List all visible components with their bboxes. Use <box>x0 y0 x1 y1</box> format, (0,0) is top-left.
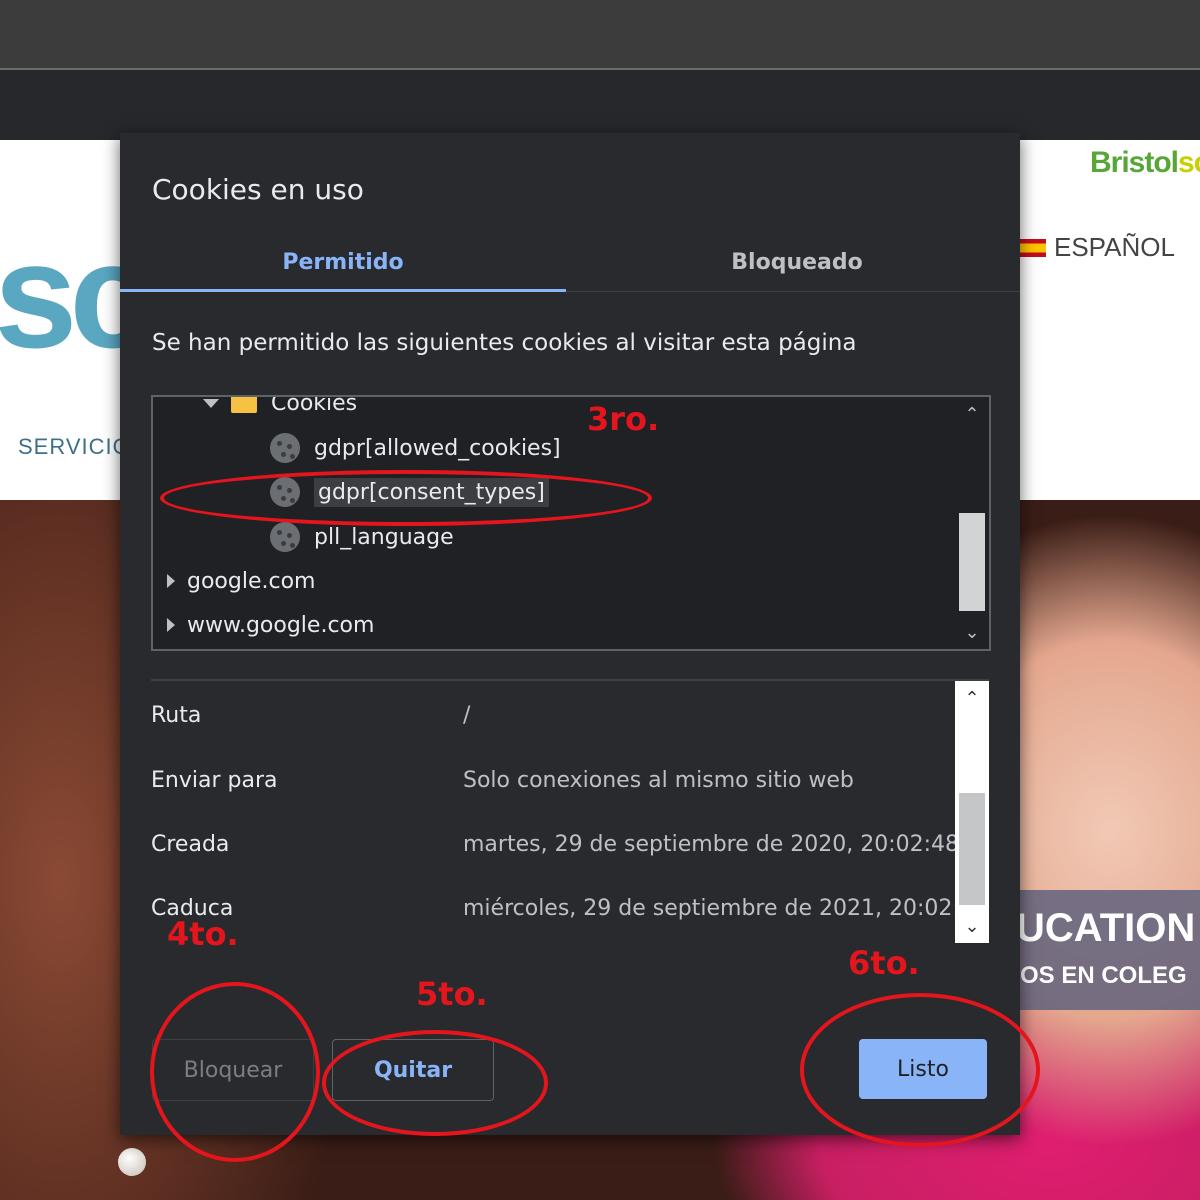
hero-banner-subtitle: OS EN COLEG <box>1020 962 1187 989</box>
tree-folder-cookies[interactable]: Cookies <box>203 395 358 423</box>
tree-item[interactable]: gdpr[allowed_cookies] <box>270 428 561 468</box>
browser-tab-strip <box>0 0 1200 70</box>
tree-scrollbar[interactable]: ⌃ ⌄ <box>955 397 989 649</box>
hero-banner-title: UCATION A <box>1016 906 1200 950</box>
tree-item-label: gdpr[allowed_cookies] <box>314 435 561 461</box>
cookie-icon <box>270 522 300 552</box>
details-scrollbar[interactable]: ⌃ ⌄ <box>955 681 989 943</box>
detail-value: / <box>463 702 471 728</box>
annotation-step5: 5to. <box>416 975 488 1013</box>
annotation-step6: 6to. <box>848 944 920 982</box>
earring-detail <box>118 1148 146 1176</box>
scroll-down-icon[interactable]: ⌄ <box>955 909 989 943</box>
detail-value: martes, 29 de septiembre de 2020, 20:02:… <box>463 831 960 857</box>
detail-label: Creada <box>151 831 230 857</box>
scroll-up-icon[interactable]: ⌃ <box>955 397 989 431</box>
detail-row: Ruta / <box>151 695 951 735</box>
bristol-logo[interactable]: Bristolsc <box>1090 146 1200 180</box>
expand-right-icon[interactable] <box>167 618 175 632</box>
annotation-step3: 3ro. <box>587 400 660 438</box>
tree-item[interactable]: pll_language <box>270 517 454 557</box>
tab-blocked[interactable]: Bloqueado <box>574 233 1020 291</box>
detail-label: Ruta <box>151 702 202 728</box>
remove-button[interactable]: Quitar <box>332 1039 494 1101</box>
detail-row: Enviar para Solo conexiones al mismo sit… <box>151 760 951 800</box>
tree-domain[interactable]: www.google.com <box>167 605 374 645</box>
bristol-logo-suffix: sc <box>1178 146 1200 179</box>
expand-right-icon[interactable] <box>167 574 175 588</box>
detail-row: Caduca miércoles, 29 de septiembre de 20… <box>151 888 988 928</box>
tree-domain-label: www.google.com <box>187 612 375 638</box>
browser-toolbar <box>0 70 1200 140</box>
tab-allowed[interactable]: Permitido <box>120 233 566 292</box>
spain-flag-icon <box>1020 238 1046 257</box>
cookie-icon <box>270 433 300 463</box>
language-selector[interactable]: ESPAÑOL <box>1020 232 1175 263</box>
scroll-up-icon[interactable]: ⌃ <box>955 681 989 715</box>
cookie-icon <box>270 477 300 507</box>
block-button[interactable]: Bloquear <box>152 1039 314 1101</box>
dialog-description: Se han permitido las siguientes cookies … <box>152 330 857 356</box>
details-scroll-thumb[interactable] <box>959 793 985 905</box>
folder-icon <box>231 397 257 413</box>
scroll-down-icon[interactable]: ⌄ <box>955 615 989 649</box>
expand-down-icon[interactable] <box>203 398 219 408</box>
bristol-logo-text: Bristol <box>1090 146 1179 179</box>
detail-label: Enviar para <box>151 767 278 793</box>
tree-scroll-thumb[interactable] <box>959 513 985 611</box>
cookie-tree[interactable]: Cookies gdpr[allowed_cookies] gdpr[conse… <box>151 395 991 651</box>
dialog-tabs: Permitido Bloqueado <box>120 233 1020 292</box>
detail-value: Solo conexiones al mismo sitio web <box>463 767 854 793</box>
annotation-step4: 4to. <box>167 915 239 953</box>
site-menu-item[interactable]: SERVICIO <box>18 434 131 460</box>
dialog-title: Cookies en uso <box>152 173 364 206</box>
detail-value: miércoles, 29 de septiembre de 2021, 20:… <box>463 895 988 921</box>
tree-domain-label: google.com <box>187 568 316 594</box>
detail-row: Creada martes, 29 de septiembre de 2020,… <box>151 824 959 864</box>
cookie-details: Ruta / Enviar para Solo conexiones al mi… <box>151 679 989 943</box>
tree-folder-label: Cookies <box>271 395 358 416</box>
tree-item-selected[interactable]: gdpr[consent_types] <box>270 472 549 512</box>
language-label: ESPAÑOL <box>1054 232 1175 262</box>
done-button[interactable]: Listo <box>859 1039 987 1099</box>
tree-item-label: gdpr[consent_types] <box>314 477 549 507</box>
tree-domain[interactable]: google.com <box>167 561 315 601</box>
tree-item-label: pll_language <box>314 524 454 550</box>
cookies-dialog: Cookies en uso Permitido Bloqueado Se ha… <box>120 133 1020 1135</box>
